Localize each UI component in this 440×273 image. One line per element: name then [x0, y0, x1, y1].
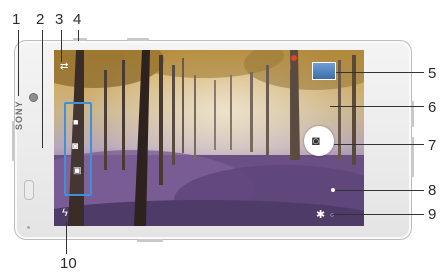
front-camera-lens: [29, 93, 38, 102]
gear-icon[interactable]: ✱: [316, 210, 325, 221]
video-icon[interactable]: ■: [73, 118, 78, 127]
speaker-grille: [24, 180, 34, 200]
callout-10: 10: [60, 255, 77, 272]
callout-6: 6: [428, 99, 437, 116]
leader-7: [334, 144, 424, 145]
callout-8: 8: [428, 182, 437, 199]
leader-5: [336, 72, 424, 73]
power-key[interactable]: [73, 38, 87, 41]
microphone: [27, 226, 30, 229]
camera-viewfinder[interactable]: ⇄ ■ ◙ ▣ ◙ ✱ ○ ϟ: [54, 50, 364, 226]
camera-icon[interactable]: ◙: [72, 142, 78, 152]
side-key[interactable]: [411, 101, 414, 127]
leader-3: [61, 30, 62, 62]
leader-6: [330, 106, 424, 107]
callout-5: 5: [428, 65, 437, 82]
callout-2: 2: [36, 11, 45, 28]
photo-thumbnail[interactable]: [312, 62, 336, 80]
callout-4: 4: [73, 11, 82, 28]
flash-icon[interactable]: ϟ: [62, 208, 68, 219]
camera-key[interactable]: [411, 137, 414, 177]
volume-key[interactable]: [127, 38, 149, 41]
shutter-button[interactable]: ◙: [304, 126, 334, 156]
brand-logo: SONY: [14, 100, 24, 130]
callout-7: 7: [428, 137, 437, 154]
scene-icon[interactable]: ▣: [73, 166, 82, 175]
leader-8: [335, 190, 424, 191]
leader-9: [333, 214, 424, 215]
bottom-key: [137, 239, 163, 242]
capture-mode-selector[interactable]: ■ ◙ ▣: [64, 102, 92, 196]
callout-3: 3: [55, 11, 64, 28]
leader-4: [78, 30, 79, 41]
callout-9: 9: [428, 206, 437, 223]
callout-1: 1: [12, 11, 21, 28]
camera-switch-icon[interactable]: ⇄: [60, 62, 68, 72]
leader-10: [66, 222, 67, 254]
leader-1: [18, 30, 19, 96]
camera-icon: ◙: [312, 133, 320, 148]
leader-2: [42, 30, 43, 148]
